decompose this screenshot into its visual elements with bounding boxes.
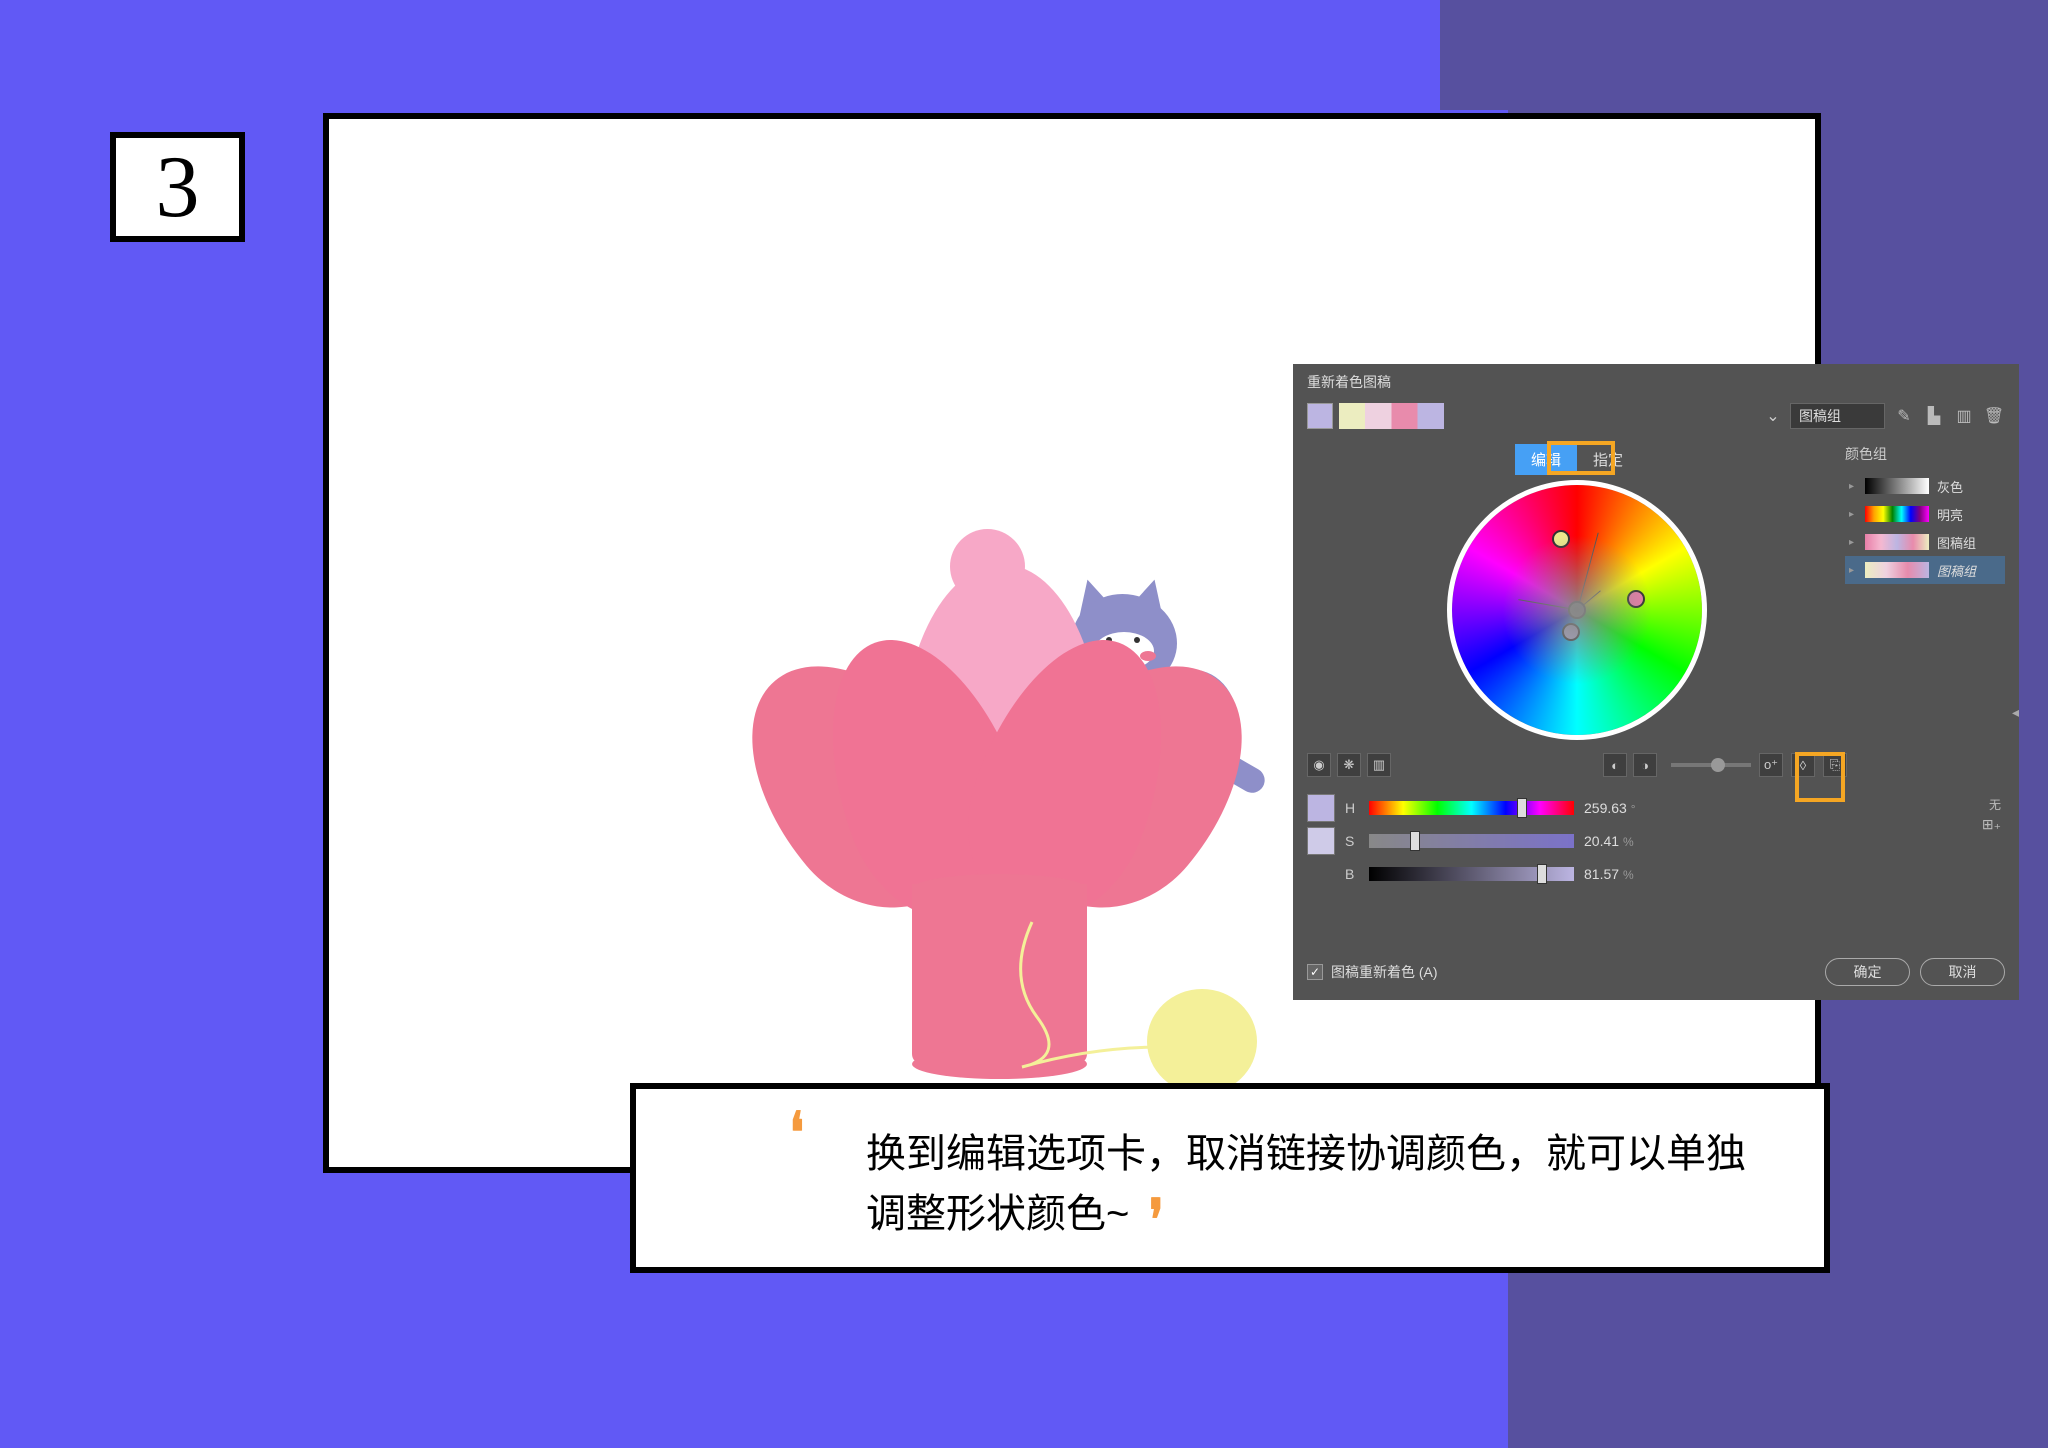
caption-box: 换到编辑选项卡，取消链接协调颜色，就可以单独调整形状颜色~❜❜ [630, 1083, 1830, 1273]
quote-open-icon: ❛❛ [790, 1102, 792, 1166]
colorgroup-label: 图稿组 [1937, 561, 1976, 580]
hue-slider[interactable] [1369, 801, 1574, 815]
smooth-wheel-icon[interactable]: ◉ [1307, 753, 1331, 777]
recolor-checkbox-label: 图稿重新着色 (A) [1331, 962, 1815, 982]
main-frame: 重新着色图稿 ⌄ 图稿组 ✎ ▙ ▥ 🗑 编辑 指定 [323, 113, 1821, 1173]
hsb-controls: H 259.63 ° S 20.41 % B 81.57 % [1307, 785, 1847, 900]
expand-icon[interactable]: ▸ [1849, 509, 1857, 520]
tab-assign[interactable]: 指定 [1577, 444, 1639, 475]
bri-value[interactable]: 81.57 [1584, 866, 1619, 882]
step-number-badge: 3 [110, 132, 245, 242]
wheel-controls: ◉ ❋ ▥ ◐ ◑ o⁺ ◊ ⎘ [1307, 745, 1847, 785]
preset-select[interactable]: 图稿组 [1790, 403, 1885, 429]
recolor-checkbox[interactable]: ✓ [1307, 964, 1323, 980]
add-color-icon[interactable]: o⁺ [1759, 753, 1783, 777]
tab-bar: 编辑 指定 [1307, 444, 1847, 475]
artwork-illustration [807, 479, 1257, 1029]
folder-icon[interactable]: ▙ [1923, 405, 1945, 427]
segmented-wheel-icon[interactable]: ❋ [1337, 753, 1361, 777]
colorgroup-swatch [1865, 534, 1929, 550]
panel-main: 编辑 指定 ◉ ❋ ▥ ◐ [1307, 444, 1847, 900]
bri-slider[interactable] [1369, 867, 1574, 881]
hsb-swatch-main[interactable] [1307, 794, 1335, 822]
expand-icon[interactable]: ▸ [1849, 537, 1857, 548]
bri-label: B [1345, 866, 1359, 882]
panel-toolbar: ⌄ 图稿组 ✎ ▙ ▥ 🗑 [1307, 400, 2005, 432]
color-group-item[interactable]: ▸ 明亮 [1845, 500, 2005, 528]
preset-dropdown-chevron-icon[interactable]: ⌄ [1762, 405, 1784, 427]
collapse-sidebar-icon[interactable]: ◂ [2012, 704, 2019, 721]
trash-icon[interactable]: 🗑 [1983, 405, 2005, 427]
expand-icon[interactable]: ▸ [1849, 481, 1857, 492]
active-color-strip[interactable] [1339, 403, 1444, 429]
hue-label: H [1345, 800, 1359, 816]
none-color-label: 无 [1989, 796, 2001, 813]
wheel-marker[interactable] [1627, 590, 1645, 608]
colorgroup-label: 图稿组 [1937, 533, 1976, 552]
colorgroup-swatch [1865, 478, 1929, 494]
color-bars-icon[interactable]: ▥ [1367, 753, 1391, 777]
colorgroup-label: 灰色 [1937, 477, 1963, 496]
color-mode-icon[interactable]: ◊ [1791, 753, 1815, 777]
color-group-item[interactable]: ▸ 灰色 [1845, 472, 2005, 500]
quote-close-icon: ❜❜ [1149, 1179, 1151, 1263]
wheel-marker[interactable] [1562, 623, 1580, 641]
panel-footer: ✓ 图稿重新着色 (A) 确定 取消 [1307, 958, 2005, 986]
sat-slider[interactable] [1369, 834, 1574, 848]
yarn-ball [1147, 989, 1257, 1094]
panel-title: 重新着色图稿 [1307, 372, 1391, 392]
tab-edit[interactable]: 编辑 [1515, 444, 1577, 475]
colorgroup-swatch [1865, 506, 1929, 522]
eyedropper-icon[interactable]: ✎ [1893, 405, 1915, 427]
sidebar-title: 颜色组 [1845, 444, 2005, 464]
sat-value[interactable]: 20.41 [1584, 833, 1619, 849]
hsb-swatch-tint[interactable] [1307, 827, 1335, 855]
current-color-swatch[interactable] [1307, 403, 1333, 429]
color-group-item[interactable]: ▸ 图稿组 [1845, 528, 2005, 556]
save-group-icon[interactable]: ▥ [1953, 405, 1975, 427]
link-harmony-icon[interactable]: ⎘ [1823, 753, 1847, 777]
colorgroup-label: 明亮 [1937, 505, 1963, 524]
recolor-artwork-panel: 重新着色图稿 ⌄ 图稿组 ✎ ▙ ▥ 🗑 编辑 指定 [1293, 364, 2019, 1000]
color-groups-sidebar: 颜色组 ▸ 灰色 ▸ 明亮 ▸ 图稿组 ▸ 图稿组 [1845, 444, 2005, 584]
background-stripe [1440, 0, 1508, 110]
wheel-center-marker[interactable] [1568, 601, 1586, 619]
wheel-marker[interactable] [1552, 530, 1570, 548]
color-wheel[interactable] [1452, 485, 1702, 735]
adjust-slider[interactable] [1671, 763, 1751, 767]
step-number: 3 [156, 137, 200, 238]
color-group-item[interactable]: ▸ 图稿组 [1845, 556, 2005, 584]
color-grid-icon[interactable]: ⊞₊ [1982, 816, 2001, 833]
cancel-button[interactable]: 取消 [1920, 958, 2005, 986]
caption-text: 换到编辑选项卡，取消链接协调颜色，就可以单独调整形状颜色~❜❜ [866, 1124, 1774, 1244]
ok-button[interactable]: 确定 [1825, 958, 1910, 986]
expand-icon[interactable]: ▸ [1849, 565, 1857, 576]
hue-value[interactable]: 259.63 [1584, 800, 1627, 816]
sat-label: S [1345, 833, 1359, 849]
brightness-toggle-icon[interactable]: ◐ [1603, 753, 1627, 777]
colorgroup-swatch [1865, 562, 1929, 578]
saturation-toggle-icon[interactable]: ◑ [1633, 753, 1657, 777]
